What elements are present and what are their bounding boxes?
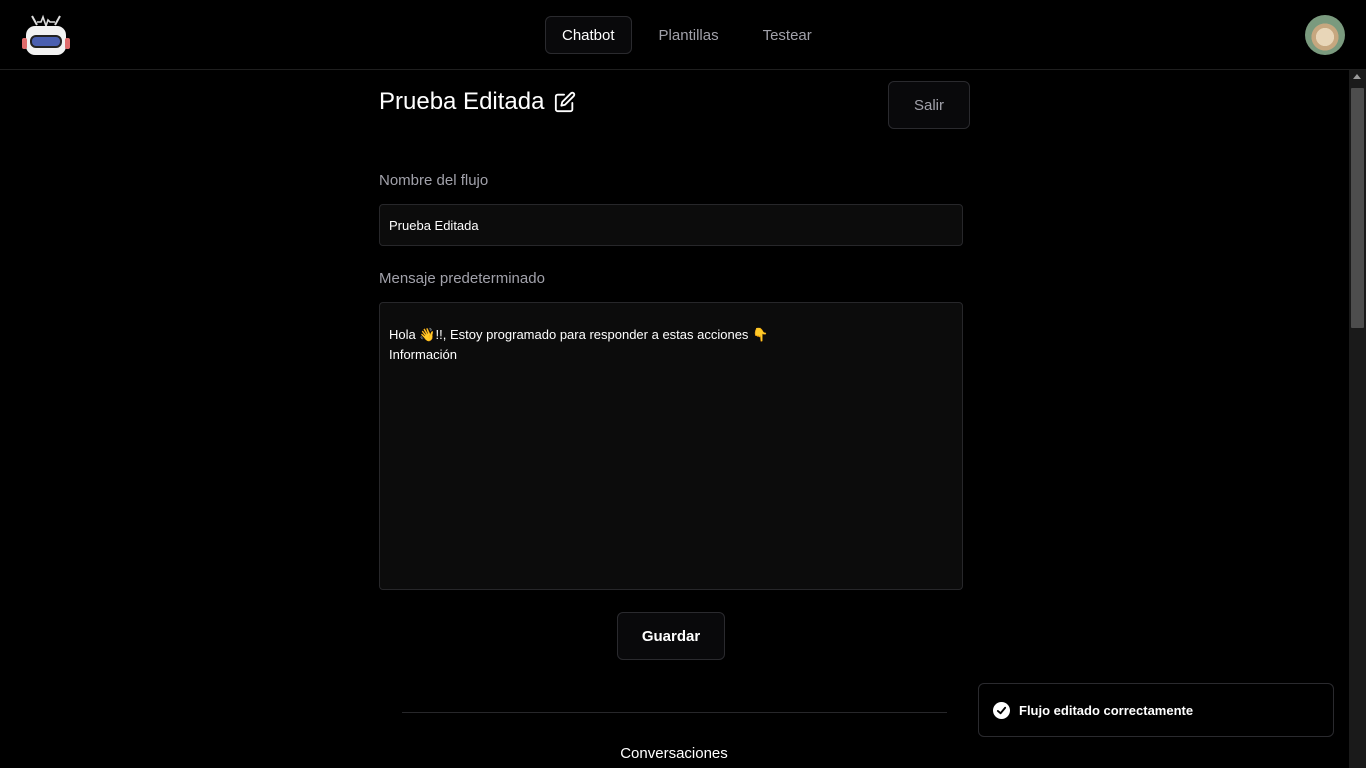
scrollbar-thumb[interactable] [1351,88,1364,328]
toast-message: Flujo editado correctamente [1019,702,1194,718]
pencil-square-icon[interactable] [554,91,576,113]
top-nav-bar: Chatbot Plantillas Testear [0,0,1366,70]
tab-testear[interactable]: Testear [746,16,829,54]
exit-button[interactable]: Salir [888,81,970,129]
flow-title-row: Prueba Editada [379,88,576,116]
success-toast: Flujo editado correctamente [978,683,1334,737]
save-button[interactable]: Guardar [617,612,725,660]
check-circle-icon [993,701,1010,719]
conversations-heading: Conversaciones [620,745,728,762]
section-divider [402,712,947,713]
default-message-label: Mensaje predeterminado [379,270,545,287]
page-title: Prueba Editada [379,88,545,115]
default-message-textarea[interactable]: Hola 👋!!, Estoy programado para responde… [379,302,963,590]
main-tabs: Chatbot Plantillas Testear [545,16,839,54]
user-avatar[interactable] [1305,15,1345,55]
tab-chatbot[interactable]: Chatbot [545,16,632,54]
robot-logo-icon[interactable] [20,12,72,58]
flow-name-label: Nombre del flujo [379,172,489,189]
page-scrollbar[interactable] [1349,70,1366,768]
flow-name-input[interactable]: Prueba Editada [379,204,963,246]
tab-plantillas[interactable]: Plantillas [642,16,736,54]
scroll-up-arrow-icon[interactable] [1353,74,1361,79]
